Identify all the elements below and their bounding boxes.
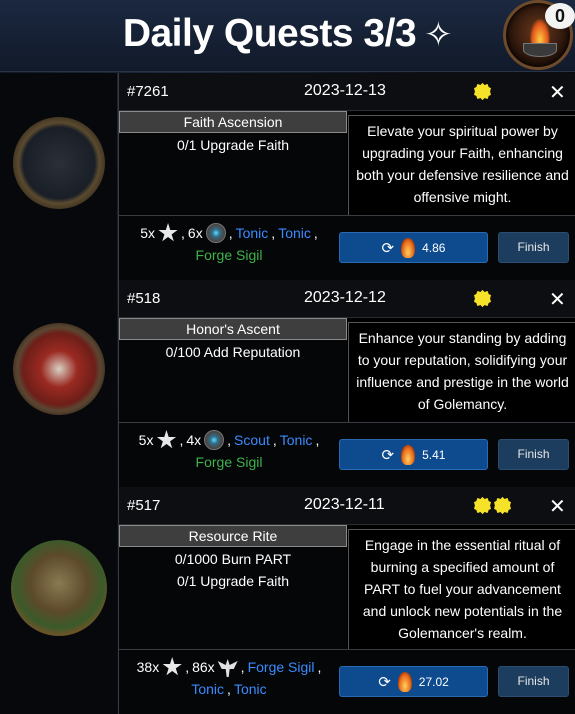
- quest-task: 0/1 Upgrade Faith: [176, 573, 290, 589]
- reward-item[interactable]: Forge Sigil: [196, 451, 263, 473]
- quest-difficulty: [474, 497, 511, 515]
- quest-task: 0/1000 Burn PART: [174, 551, 292, 567]
- quest-footer: 38x, 86x, Forge Sigil, Tonic, Tonic ⟳ 27…: [118, 649, 575, 714]
- quest-card: #7261 2023-12-13 ✕ Faith Ascension 0/1 U…: [0, 73, 575, 280]
- reward-link[interactable]: Tonic: [280, 429, 313, 451]
- notification-badge: 0: [545, 3, 575, 29]
- reward-link[interactable]: Tonic: [191, 678, 224, 700]
- quest-id: #518: [127, 290, 161, 307]
- flame-coin-icon: [397, 671, 412, 692]
- winged-emblem-icon: [217, 659, 238, 677]
- quest-name: Honor's Ascent: [119, 318, 347, 340]
- page-title: Daily Quests 3/3 ✧: [0, 12, 575, 56]
- quest-id: #7261: [127, 83, 169, 100]
- star-icon: [474, 83, 491, 100]
- refresh-icon: ⟳: [381, 446, 395, 464]
- quest-date: 2023-12-11: [304, 496, 385, 513]
- quest-art: [0, 73, 117, 280]
- quest-info: Resource Rite 0/1000 Burn PART 0/1 Upgra…: [119, 525, 347, 649]
- star-shard-icon: [158, 223, 178, 242]
- golem-icon: [205, 223, 226, 243]
- star-shard-icon: [162, 657, 182, 676]
- reward-link[interactable]: Scout: [234, 429, 270, 451]
- quest-body: Honor's Ascent 0/100 Add Reputation Enha…: [118, 318, 575, 422]
- close-icon[interactable]: ✕: [549, 494, 566, 519]
- quest-description: Elevate your spiritual power by upgradin…: [348, 115, 575, 215]
- quest-rewards: 5x, 4x, Scout, Tonic, Forge Sigil: [125, 429, 333, 473]
- reward-count: 38x: [136, 659, 160, 675]
- reward-count: 6x: [187, 225, 203, 241]
- quest-description: Engage in the essential ritual of burnin…: [348, 529, 575, 649]
- flame-coin-icon: [401, 237, 416, 258]
- refresh-cost-button[interactable]: ⟳ 27.02: [339, 666, 488, 697]
- star-icon: [494, 497, 511, 514]
- quest-id: #517: [127, 497, 161, 514]
- honor-shield-icon: [13, 323, 105, 415]
- title-text: Daily Quests 3/3: [122, 12, 417, 55]
- quest-info: Faith Ascension 0/1 Upgrade Faith: [119, 111, 347, 215]
- quest-header: #517 2023-12-11 ✕: [118, 487, 575, 525]
- refresh-cost-button[interactable]: ⟳ 5.41: [339, 439, 488, 470]
- refresh-icon: ⟳: [378, 673, 391, 691]
- quest-date: 2023-12-12: [304, 289, 386, 306]
- quest-footer: 5x, 4x, Scout, Tonic, Forge Sigil ⟳ 5.41…: [118, 422, 575, 487]
- reward-link[interactable]: Tonic: [236, 222, 269, 244]
- reward-count: 4x: [186, 432, 202, 448]
- header: Daily Quests 3/3 ✧ 0: [0, 0, 575, 72]
- quest-name: Resource Rite: [119, 525, 347, 547]
- reward-count: 86x: [192, 659, 215, 675]
- sparkle-icon: ✧: [424, 16, 453, 54]
- finish-button[interactable]: Finish: [498, 666, 569, 697]
- golem-icon: [204, 430, 225, 450]
- quest-date: 2023-12-13: [304, 82, 386, 99]
- quest-footer: 5x, 6x, Tonic, Tonic, Forge Sigil ⟳ 4.86…: [118, 215, 575, 280]
- quest-card: #518 2023-12-12 ✕ Honor's Ascent 0/100 A…: [0, 280, 575, 487]
- finish-button[interactable]: Finish: [498, 439, 569, 470]
- reward-count: 5x: [140, 225, 156, 241]
- quest-body: Faith Ascension 0/1 Upgrade Faith Elevat…: [118, 111, 575, 215]
- refresh-cost-button[interactable]: ⟳ 4.86: [339, 232, 488, 263]
- star-icon: [474, 497, 491, 514]
- close-icon[interactable]: ✕: [549, 287, 566, 312]
- quest-info: Honor's Ascent 0/100 Add Reputation: [119, 318, 347, 422]
- reward-count: 5x: [138, 432, 154, 448]
- quest-name: Faith Ascension: [119, 111, 347, 133]
- quest-header: #7261 2023-12-13 ✕: [118, 73, 575, 111]
- finish-button[interactable]: Finish: [498, 232, 569, 263]
- brazier-icon: [523, 43, 557, 57]
- close-icon[interactable]: ✕: [549, 80, 566, 105]
- reward-item[interactable]: Forge Sigil: [196, 244, 263, 266]
- star-shard-icon: [156, 430, 177, 449]
- faith-medal-icon: [13, 117, 105, 209]
- star-icon: [474, 290, 491, 307]
- quest-card: #517 2023-12-11 ✕ Resource Rite 0/1000 B…: [0, 487, 575, 714]
- quest-task: 0/1 Upgrade Faith: [176, 137, 290, 153]
- quest-task: 0/100 Add Reputation: [165, 344, 301, 360]
- reward-link[interactable]: Tonic: [234, 678, 267, 700]
- cost-value: 5.41: [422, 447, 446, 462]
- quest-difficulty: [474, 290, 491, 308]
- daily-quests-panel: Daily Quests 3/3 ✧ 0 #7261 2023-12-13 ✕ F…: [0, 0, 575, 714]
- cost-value: 4.86: [422, 240, 446, 255]
- quest-body: Resource Rite 0/1000 Burn PART 0/1 Upgra…: [118, 525, 575, 649]
- flame-coin-icon: [401, 444, 416, 465]
- quest-art: [0, 487, 117, 714]
- quest-header: #518 2023-12-12 ✕: [118, 280, 575, 318]
- quest-difficulty: [474, 83, 491, 101]
- quest-art: [0, 280, 117, 487]
- quest-rewards: 5x, 6x, Tonic, Tonic, Forge Sigil: [125, 222, 333, 266]
- refresh-icon: ⟳: [381, 239, 395, 257]
- quest-description: Enhance your standing by adding to your …: [348, 322, 575, 422]
- reward-link[interactable]: Tonic: [278, 222, 311, 244]
- quest-rewards: 38x, 86x, Forge Sigil, Tonic, Tonic: [125, 656, 333, 700]
- reward-link[interactable]: Forge Sigil: [248, 656, 315, 678]
- druid-portrait-icon: [11, 540, 107, 636]
- cost-value: 27.02: [418, 674, 449, 689]
